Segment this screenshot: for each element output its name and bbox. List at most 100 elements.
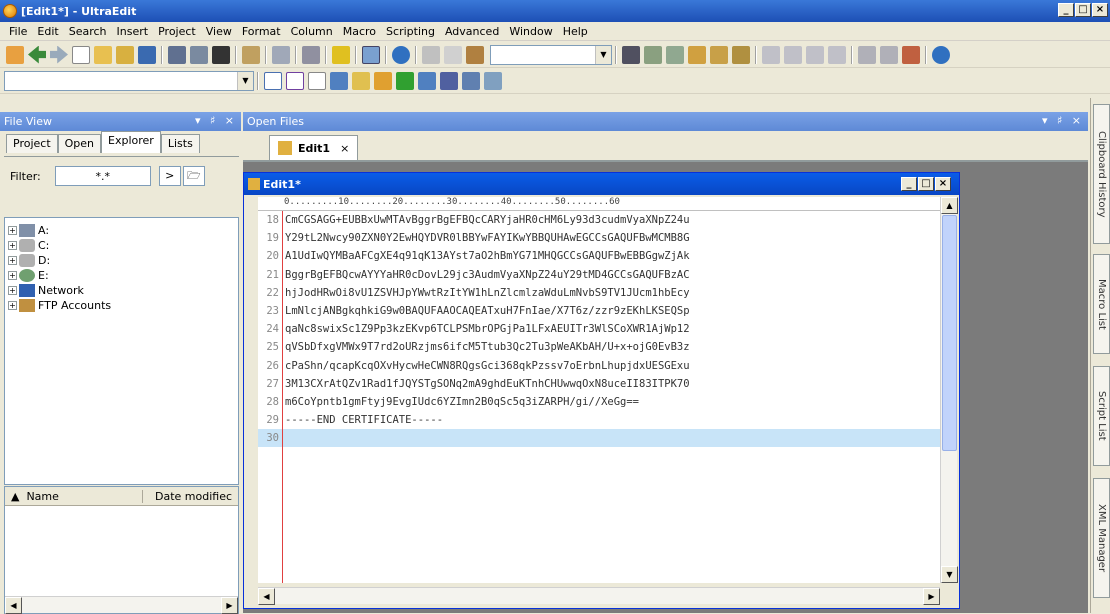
chevron-down-icon[interactable]: ▼ — [595, 45, 611, 64]
menu-advanced[interactable]: Advanced — [440, 25, 504, 38]
window-cascade-icon[interactable] — [880, 45, 898, 64]
editor-restore-button[interactable]: □ — [918, 177, 934, 191]
dictionary-icon[interactable] — [330, 71, 348, 90]
tab-project[interactable]: Project — [6, 134, 58, 153]
new-project-icon[interactable] — [6, 45, 24, 64]
menu-insert[interactable]: Insert — [112, 25, 154, 38]
replace-in-files-icon[interactable] — [710, 45, 728, 64]
tree-item-network[interactable]: + Network — [5, 283, 238, 298]
scroll-right-icon[interactable]: ▶ — [221, 597, 238, 614]
ms-icon[interactable] — [418, 71, 436, 90]
tree-item-c[interactable]: + C: — [5, 238, 238, 253]
find-prev-icon[interactable] — [666, 45, 684, 64]
window-tile-icon[interactable] — [858, 45, 876, 64]
editor-line[interactable]: 20 A1UdIwQYMBaAFCgXE4q91qK13AYst7aO2hBmYG… — [258, 247, 940, 265]
tree-item-d[interactable]: + D: — [5, 253, 238, 268]
editor-line[interactable]: 19 Y29tL2Nwcy90ZXN0Y2EwHQYDVR0lBBYwFAYIKw… — [258, 229, 940, 247]
find-icon[interactable] — [622, 45, 640, 64]
tree-item-ftp[interactable]: + FTP Accounts — [5, 298, 238, 313]
editor-minimize-button[interactable]: _ — [901, 177, 917, 191]
column-name[interactable]: ▲ Name — [5, 489, 143, 503]
copy-icon[interactable] — [444, 45, 462, 64]
apply-filter-button[interactable]: > — [158, 166, 181, 186]
folder-search-icon[interactable] — [374, 71, 392, 90]
yahoo-search-icon[interactable] — [286, 71, 304, 90]
menu-project[interactable]: Project — [153, 25, 201, 38]
scroll-up-icon[interactable]: ▲ — [941, 197, 958, 214]
bookmark-icon[interactable] — [332, 45, 350, 64]
editor-line[interactable]: 29 -----END CERTIFICATE----- — [258, 411, 940, 429]
hex-mode-icon[interactable] — [302, 45, 320, 64]
tree-item-e[interactable]: + E: — [5, 268, 238, 283]
tab-clipboard-history[interactable]: Clipboard History — [1093, 104, 1110, 244]
scroll-right-icon[interactable]: ▶ — [923, 588, 940, 605]
editor-line[interactable]: 22 hjJodHRwOi8vU1ZSVHJpYWwtRzItYW1hLnZlcm… — [258, 284, 940, 302]
editor-line[interactable]: 24 qaNc8swixSc1Z9Pp3kzEKvp6TCLPSMbrOPGjPa… — [258, 320, 940, 338]
tab-xml-manager[interactable]: XML Manager — [1093, 478, 1110, 598]
word-wrap-icon[interactable] — [242, 45, 260, 64]
wikipedia-search-icon[interactable] — [308, 71, 326, 90]
editor-line[interactable]: 23 LmNlcjANBgkqhkiG9w0BAQUFAAOCAQEATxuH7F… — [258, 302, 940, 320]
paste-icon[interactable] — [466, 45, 484, 64]
find-next-icon[interactable] — [644, 45, 662, 64]
print-icon[interactable] — [168, 45, 186, 64]
menu-file[interactable]: File — [4, 25, 32, 38]
print-preview-icon[interactable] — [190, 45, 208, 64]
line-numbers-icon[interactable] — [362, 45, 380, 64]
editor-close-button[interactable]: × — [935, 177, 951, 191]
menu-help[interactable]: Help — [558, 25, 593, 38]
menu-format[interactable]: Format — [237, 25, 286, 38]
clipboard-combo[interactable]: ▼ — [490, 44, 612, 65]
tab-open[interactable]: Open — [57, 134, 102, 153]
panel-controls[interactable]: ▾ ♯ × — [1042, 114, 1084, 127]
smiley-icon[interactable] — [352, 71, 370, 90]
editor-line[interactable]: 28 m6CoYpntb1gmFtyj9EvgIUdc6YZImn2B0qSc5q… — [258, 393, 940, 411]
editor-hscroll[interactable]: ◀ ▶ — [258, 587, 940, 605]
browser-icon[interactable] — [392, 45, 410, 64]
scroll-thumb[interactable] — [942, 215, 957, 451]
new-file-icon[interactable] — [72, 45, 90, 64]
tab-explorer[interactable]: Explorer — [101, 131, 161, 153]
editor-vscroll[interactable]: ▲ ▼ — [940, 197, 958, 583]
menu-view[interactable]: View — [201, 25, 237, 38]
editor-line[interactable]: 21 BggrBgEFBQcwAYYYaHR0cDovL29jc3AudmVyaX… — [258, 266, 940, 284]
align-left-icon[interactable] — [762, 45, 780, 64]
tab-edit1[interactable]: Edit1 × — [269, 135, 359, 160]
menu-search[interactable]: Search — [64, 25, 112, 38]
editor-line[interactable]: 18 CmCGSAGG+EUBBxUwMTAvBggrBgEFBQcCARYjaH… — [258, 211, 940, 229]
column-mode-icon[interactable] — [272, 45, 290, 64]
close-button[interactable]: × — [1092, 3, 1108, 17]
tab-lists[interactable]: Lists — [160, 134, 200, 153]
google-search-icon[interactable] — [264, 71, 282, 90]
maximize-button[interactable]: □ — [1075, 3, 1091, 17]
chevron-down-icon[interactable]: ▼ — [237, 71, 253, 90]
editor-line[interactable]: 27 3M13CXrAtQZv1Rad1fJQYSTgSONq2mA9ghdEuK… — [258, 375, 940, 393]
align-right-icon[interactable] — [806, 45, 824, 64]
back-arrow-icon[interactable] — [28, 45, 46, 64]
menu-macro[interactable]: Macro — [338, 25, 381, 38]
column-date[interactable]: Date modifiec — [143, 490, 232, 503]
menu-scripting[interactable]: Scripting — [381, 25, 440, 38]
menu-column[interactable]: Column — [286, 25, 338, 38]
cut-icon[interactable] — [422, 45, 440, 64]
find-in-files-icon[interactable] — [688, 45, 706, 64]
font-icon[interactable] — [212, 45, 230, 64]
minimize-button[interactable]: _ — [1058, 3, 1074, 17]
js-icon[interactable] — [396, 71, 414, 90]
help-icon[interactable] — [932, 45, 950, 64]
save-icon[interactable] — [138, 45, 156, 64]
panel-controls[interactable]: ▾ ♯ × — [195, 114, 237, 127]
scroll-left-icon[interactable]: ◀ — [5, 597, 22, 614]
editor-line[interactable]: 25 qVSbDfxgVMWx9T7rd2oURzjms6ifcM5Ttub3Qc… — [258, 338, 940, 356]
close-tab-icon[interactable]: × — [340, 142, 349, 155]
editor-line[interactable]: 26 cPaShn/qcapKcqOXvHycwHeCWN8RQgsGci368q… — [258, 357, 940, 375]
settings-icon[interactable] — [484, 71, 502, 90]
tab-macro-list[interactable]: Macro List — [1093, 254, 1110, 354]
justify-icon[interactable] — [828, 45, 846, 64]
function-list-combo[interactable]: ▼ — [4, 70, 254, 91]
menu-edit[interactable]: Edit — [32, 25, 63, 38]
align-center-icon[interactable] — [784, 45, 802, 64]
forward-arrow-icon[interactable] — [50, 45, 68, 64]
php-icon[interactable] — [440, 71, 458, 90]
folder-icon[interactable]: 🗁 — [182, 166, 205, 186]
